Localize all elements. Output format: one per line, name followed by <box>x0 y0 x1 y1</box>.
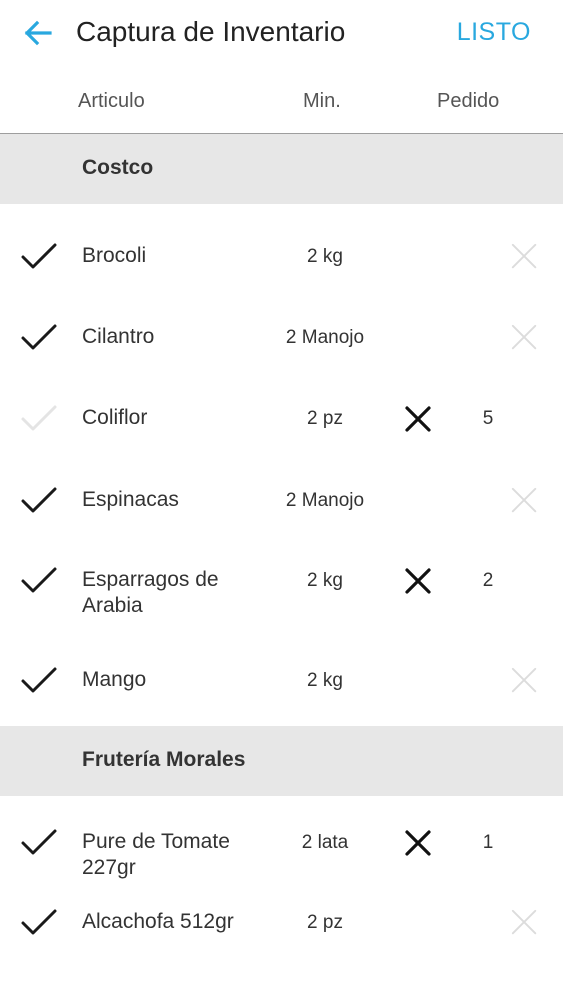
clear-icon[interactable] <box>510 666 540 696</box>
inventory-row: Brocoli 2 kg <box>0 218 563 298</box>
checkmark-icon[interactable] <box>20 908 58 938</box>
column-header-order: Pedido <box>437 90 500 112</box>
app-header: Captura de Inventario LISTO <box>0 0 563 66</box>
item-min: 2 kg <box>307 246 343 267</box>
item-min: 2 Manojo <box>285 327 365 348</box>
checkmark-icon[interactable] <box>20 323 58 353</box>
checkmark-icon[interactable] <box>20 242 58 272</box>
section-title: Frutería Morales <box>82 748 246 771</box>
item-name: Coliflor <box>82 406 148 429</box>
section-header: Frutería Morales <box>0 726 563 796</box>
x-mark-icon[interactable] <box>402 827 434 859</box>
checkmark-icon[interactable] <box>20 666 58 696</box>
order-quantity: 2 <box>482 570 494 591</box>
page-title: Captura de Inventario <box>76 16 346 47</box>
checkmark-icon[interactable] <box>20 404 58 434</box>
column-headers: Articulo Min. Pedido <box>0 80 563 126</box>
inventory-row: Coliflor 2 pz 5 <box>0 380 563 460</box>
column-header-min: Min. <box>303 90 341 112</box>
back-arrow-icon[interactable] <box>20 15 56 51</box>
item-name: Brocoli <box>82 244 147 267</box>
item-min: 2 lata <box>301 832 349 853</box>
item-min: 2 pz <box>307 408 343 429</box>
item-name: Alcachofa 512gr <box>82 910 234 933</box>
checkmark-icon[interactable] <box>20 486 58 516</box>
checkmark-icon[interactable] <box>20 828 58 858</box>
item-name: Esparragos de Arabia <box>82 568 219 617</box>
x-mark-icon[interactable] <box>402 403 434 435</box>
item-name: Espinacas <box>82 488 179 511</box>
column-header-item: Articulo <box>78 90 145 112</box>
inventory-row: Alcachofa 512gr 2 pz <box>0 884 563 964</box>
inventory-row: Espinacas 2 Manojo <box>0 462 563 542</box>
item-min: 2 Manojo <box>285 490 365 511</box>
item-name: Pure de Tomate 227gr <box>82 830 230 879</box>
clear-icon[interactable] <box>510 242 540 272</box>
inventory-row: Esparragos de Arabia 2 kg 2 <box>0 542 563 622</box>
x-mark-icon[interactable] <box>402 565 434 597</box>
clear-icon[interactable] <box>510 323 540 353</box>
clear-icon[interactable] <box>510 486 540 516</box>
section-title: Costco <box>82 156 154 179</box>
item-name: Cilantro <box>82 325 155 348</box>
section-header: Costco <box>0 134 563 204</box>
done-button[interactable]: LISTO <box>457 16 531 48</box>
item-min: 2 kg <box>307 670 343 691</box>
item-min: 2 pz <box>307 912 343 933</box>
item-name: Mango <box>82 668 147 691</box>
order-quantity: 1 <box>482 832 494 853</box>
order-quantity: 5 <box>482 408 494 429</box>
inventory-row: Cilantro 2 Manojo <box>0 299 563 379</box>
item-min: 2 kg <box>307 570 343 591</box>
inventory-row: Pure de Tomate 227gr 2 lata 1 <box>0 804 563 884</box>
checkmark-icon[interactable] <box>20 566 58 596</box>
clear-icon[interactable] <box>510 908 540 938</box>
inventory-row: Mango 2 kg <box>0 642 563 722</box>
